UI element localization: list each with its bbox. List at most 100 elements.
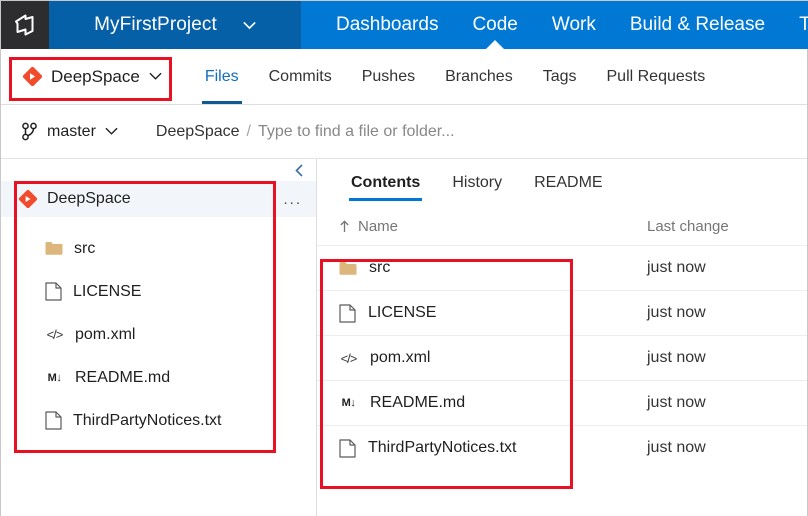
file-tree-sidebar: DeepSpace ... src LICENSE </> pom.xml M↓… xyxy=(1,159,317,516)
folder-icon xyxy=(339,261,357,276)
nav-item-dashboards[interactable]: Dashboards xyxy=(319,1,455,49)
global-header: MyFirstProject Dashboards Code Work Buil… xyxy=(1,1,808,49)
tree-item-thirdpartynotices-txt[interactable]: ThirdPartyNotices.txt xyxy=(1,399,316,442)
repo-tab-tags[interactable]: Tags xyxy=(528,49,592,104)
folder-icon xyxy=(45,241,63,256)
tree-item-label: src xyxy=(74,239,96,257)
tab-label: README xyxy=(534,174,603,191)
nav-label: Build & Release xyxy=(629,14,766,35)
table-header: Name Last change xyxy=(317,207,807,245)
azure-devops-logo-icon xyxy=(12,12,38,38)
file-name-cell: ThirdPartyNotices.txt xyxy=(317,438,517,458)
column-header-name[interactable]: Name xyxy=(317,218,398,235)
tab-readme[interactable]: README xyxy=(518,159,618,207)
chevron-down-icon xyxy=(105,127,118,136)
tree-item-pom-xml[interactable]: </> pom.xml xyxy=(1,313,316,356)
nav-label: Test xyxy=(799,14,808,35)
breadcrumb-separator: / xyxy=(246,122,251,140)
column-name-label: Name xyxy=(358,217,399,235)
git-repository-icon xyxy=(19,190,37,208)
chevron-down-icon xyxy=(243,21,256,29)
table-row[interactable]: src just now xyxy=(317,245,807,290)
last-change-cell: just now xyxy=(647,349,706,366)
table-row[interactable]: M↓ README.md just now xyxy=(317,380,807,425)
file-name-label: LICENSE xyxy=(368,304,437,321)
tree-item-license[interactable]: LICENSE xyxy=(1,270,316,313)
repo-tab-label: Branches xyxy=(445,67,513,85)
last-change-cell: just now xyxy=(647,394,706,411)
repo-tab-files[interactable]: Files xyxy=(190,49,254,104)
tree-item-readme-md[interactable]: M↓ README.md xyxy=(1,356,316,399)
sidebar-toolbar xyxy=(1,159,316,181)
nav-item-work[interactable]: Work xyxy=(535,1,613,49)
content-tabs: Contents History README xyxy=(317,159,807,207)
repo-picker[interactable]: DeepSpace xyxy=(1,49,178,104)
tree-more-menu-icon[interactable]: ... xyxy=(283,191,316,208)
repo-header: DeepSpace Files Commits Pushes Branches … xyxy=(1,49,807,105)
file-table: src just now LICENSE just now </> pom.xm… xyxy=(317,245,807,470)
branch-picker[interactable]: master xyxy=(21,122,118,141)
tab-label: History xyxy=(452,174,503,191)
repo-tabs: Files Commits Pushes Branches Tags Pull … xyxy=(190,49,720,104)
azure-devops-logo[interactable] xyxy=(1,1,49,49)
table-row[interactable]: LICENSE just now xyxy=(317,290,807,335)
project-picker[interactable]: MyFirstProject xyxy=(49,1,301,49)
file-icon xyxy=(339,303,356,323)
last-change-cell: just now xyxy=(647,304,706,321)
code-file-icon: </> xyxy=(340,350,358,366)
column-header-last-change[interactable]: Last change xyxy=(647,218,807,235)
file-name-label: pom.xml xyxy=(370,349,431,366)
file-search-input[interactable]: Type to find a file or folder... xyxy=(258,123,455,141)
tree-item-label: pom.xml xyxy=(75,325,136,343)
nav-item-code[interactable]: Code xyxy=(455,1,534,49)
file-name-cell: M↓ README.md xyxy=(317,394,465,412)
sort-ascending-icon xyxy=(339,219,350,233)
last-change-cell: just now xyxy=(647,439,706,456)
tree-item-src[interactable]: src xyxy=(1,227,316,270)
tree-root-label: DeepSpace xyxy=(47,190,131,207)
tree-root-row[interactable]: DeepSpace ... xyxy=(1,181,316,217)
content-area: DeepSpace ... src LICENSE </> pom.xml M↓… xyxy=(1,159,807,516)
repo-name: DeepSpace xyxy=(51,66,140,86)
tree-items: src LICENSE </> pom.xml M↓ README.md Thi… xyxy=(1,217,316,442)
git-branch-icon xyxy=(21,122,38,141)
repo-tab-branches[interactable]: Branches xyxy=(430,49,528,104)
file-name-label: ThirdPartyNotices.txt xyxy=(368,439,517,456)
tree-item-label: README.md xyxy=(75,368,171,386)
nav-label: Work xyxy=(551,14,596,35)
app-window: MyFirstProject Dashboards Code Work Buil… xyxy=(0,0,808,516)
last-change-cell: just now xyxy=(647,259,706,276)
file-name-label: README.md xyxy=(370,394,466,411)
tab-history[interactable]: History xyxy=(436,159,518,207)
repo-tab-pull-requests[interactable]: Pull Requests xyxy=(592,49,721,104)
nav-label: Code xyxy=(472,14,518,35)
tab-label: Contents xyxy=(351,174,421,191)
repo-tab-pushes[interactable]: Pushes xyxy=(347,49,430,104)
repo-tab-label: Pull Requests xyxy=(606,67,706,85)
chevron-down-icon xyxy=(149,72,162,81)
branch-name: master xyxy=(47,122,96,140)
nav-label: Dashboards xyxy=(336,14,439,35)
table-row[interactable]: </> pom.xml just now xyxy=(317,335,807,380)
file-icon xyxy=(45,411,62,430)
table-row[interactable]: ThirdPartyNotices.txt just now xyxy=(317,425,807,470)
tree-item-label: ThirdPartyNotices.txt xyxy=(73,411,222,429)
file-name-cell: </> pom.xml xyxy=(317,349,431,367)
file-name-label: src xyxy=(369,259,391,276)
breadcrumb-repo[interactable]: DeepSpace xyxy=(156,123,240,141)
nav-item-build-release[interactable]: Build & Release xyxy=(613,1,782,49)
tree-item-label: LICENSE xyxy=(73,282,142,300)
tab-contents[interactable]: Contents xyxy=(335,159,436,207)
code-file-icon: </> xyxy=(46,327,64,342)
repo-tab-commits[interactable]: Commits xyxy=(254,49,347,104)
file-name-cell: src xyxy=(317,259,390,277)
nav-item-test[interactable]: Test xyxy=(782,1,808,49)
file-icon xyxy=(339,438,356,458)
file-icon xyxy=(45,282,62,301)
repo-tab-label: Tags xyxy=(542,67,577,85)
repo-tab-label: Pushes xyxy=(361,67,416,85)
branch-path-bar: master DeepSpace / Type to find a file o… xyxy=(1,105,807,159)
breadcrumb: DeepSpace / Type to find a file or folde… xyxy=(156,123,455,141)
chevron-left-icon[interactable] xyxy=(295,163,304,177)
git-repository-icon xyxy=(23,67,42,86)
